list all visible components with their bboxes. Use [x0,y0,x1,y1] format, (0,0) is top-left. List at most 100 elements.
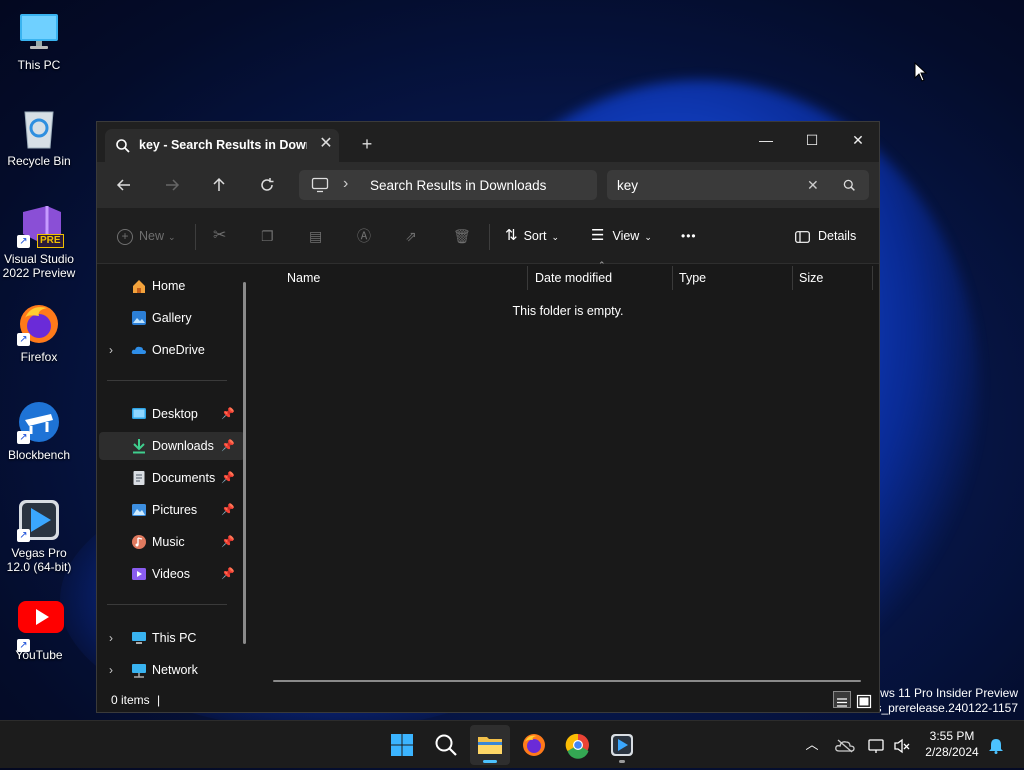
view-button[interactable]: ☰ View ⌄ [591,208,652,264]
desktop-icon-blockbench[interactable]: ↗ Blockbench [0,400,78,462]
cut-button[interactable]: ✂ [213,208,226,264]
maximize-button[interactable]: ☐ [789,126,835,154]
tiles-view-toggle[interactable] [856,691,874,709]
nav-item-downloads[interactable]: Downloads 📌 [99,432,245,460]
taskbar-chrome[interactable] [558,725,598,765]
desktop-icon-recycle-bin[interactable]: Recycle Bin [0,106,78,168]
arrow-up-icon [213,177,225,191]
sort-button[interactable]: ⇅ Sort ⌄ [505,208,559,264]
pin-icon: 📌 [221,440,235,452]
desktop-icon-this-pc[interactable]: This PC [0,10,78,72]
firefox-icon: ↗ [17,302,61,346]
search-box[interactable]: key ✕ [607,170,869,200]
recycle-bin-icon [17,106,61,150]
chevron-right-icon[interactable]: › [109,624,113,652]
chevron-right-icon[interactable]: › [109,656,113,684]
desktop-icon-firefox[interactable]: ↗ Firefox [0,302,78,364]
nav-item-gallery[interactable]: Gallery [99,304,245,332]
taskbar: ︿ 3:55 PM 2/28/2024 [0,720,1024,768]
desktop-icon-youtube[interactable]: ↗ YouTube [0,600,78,662]
nav-item-home[interactable]: Home [99,272,245,300]
nav-item-network[interactable]: › Network [99,656,245,684]
status-bar: 0 items | [97,686,879,714]
desktop-icon-vegas-pro[interactable]: ↗ Vegas Pro 12.0 (64-bit) [0,498,78,574]
close-window-button[interactable]: ✕ [835,126,881,154]
address-bar[interactable]: › Search Results in Downloads [299,170,597,200]
minimize-button[interactable]: — [743,126,789,154]
more-options-button[interactable]: ••• [681,208,697,264]
shortcut-arrow-icon: ↗ [17,235,30,248]
copy-icon: ❐ [261,228,274,244]
nav-item-desktop[interactable]: Desktop 📌 [99,400,245,428]
share-button[interactable]: ⇗ [405,208,417,264]
column-header-size[interactable]: Size [799,264,823,292]
nav-item-pictures[interactable]: Pictures 📌 [99,496,245,524]
horizontal-scrollbar[interactable] [273,680,861,682]
nav-item-music[interactable]: Music 📌 [99,528,245,556]
taskbar-clock[interactable]: 3:55 PM 2/28/2024 [916,728,988,760]
show-hidden-icons-button[interactable]: ︿ [802,721,822,769]
start-button[interactable] [382,725,422,765]
chevron-right-icon[interactable]: › [109,336,113,364]
status-divider: | [157,693,161,707]
taskbar-file-explorer[interactable] [470,725,510,765]
nav-item-documents[interactable]: Documents 📌 [99,464,245,492]
new-tab-button[interactable]: + [357,134,377,154]
volume-tray-button[interactable] [892,721,912,769]
nav-pane-scrollbar[interactable] [243,282,246,644]
back-button[interactable] [109,171,139,199]
desktop-icon-visual-studio[interactable]: PRE ↗ Visual Studio 2022 Preview [0,204,78,280]
chevron-down-icon: ⌄ [168,232,176,242]
mouse-cursor-icon [914,62,928,82]
nav-item-label: Home [152,279,186,293]
copy-button[interactable]: ❐ [261,208,274,264]
column-header-type[interactable]: Type [679,264,706,292]
nav-item-videos[interactable]: Videos 📌 [99,560,245,588]
breadcrumb-location[interactable]: Search Results in Downloads [370,178,546,193]
tab-close-button[interactable]: ✕ [316,134,336,154]
column-divider[interactable] [527,266,528,290]
delete-button[interactable]: 🗑 [453,208,471,264]
taskbar-search-button[interactable] [426,725,466,765]
rename-button[interactable]: Ⓐ [357,208,371,264]
tab-title: key - Search Results in Downloads [139,138,307,152]
search-input[interactable]: key [617,178,638,193]
network-tray-button[interactable] [866,721,888,769]
desktop-folder-icon [132,408,146,419]
chevron-up-icon: ⌃ [598,260,606,270]
taskbar-vegas-pro[interactable] [602,725,642,765]
new-button[interactable]: + New ⌄ [117,208,176,264]
pre-badge: PRE [37,234,64,248]
youtube-icon: ↗ [17,600,64,652]
onedrive-tray-button[interactable] [834,721,856,769]
nav-item-label: Videos [152,567,190,581]
column-divider[interactable] [792,266,793,290]
empty-folder-message: This folder is empty. [512,304,624,318]
column-divider[interactable] [872,266,873,290]
up-button[interactable] [204,171,234,199]
document-icon [133,471,145,485]
clear-search-button[interactable]: ✕ [807,177,819,194]
column-divider[interactable] [672,266,673,290]
network-icon [132,664,146,678]
speaker-muted-icon [894,738,910,754]
nav-item-label: Desktop [152,407,198,421]
taskbar-firefox[interactable] [514,725,554,765]
vegas-pro-icon [611,734,633,756]
refresh-button[interactable] [252,171,282,199]
details-pane-button[interactable]: Details [795,208,856,264]
nav-item-onedrive[interactable]: › OneDrive [99,336,245,364]
details-view-toggle[interactable] [833,691,851,708]
forward-button[interactable] [157,171,187,199]
breadcrumb-separator[interactable]: › [343,175,348,193]
column-header-name[interactable]: Name [287,264,320,292]
desktop-icon-label: Recycle Bin [7,154,71,168]
tab-search-results[interactable]: key - Search Results in Downloads ✕ [105,129,339,162]
nav-item-this-pc[interactable]: › This PC [99,624,245,652]
rename-icon: Ⓐ [357,228,371,244]
paste-button[interactable]: ▤ [309,208,322,264]
search-icon[interactable] [843,179,856,192]
title-bar[interactable]: key - Search Results in Downloads ✕ + — … [97,122,879,162]
notifications-button[interactable] [986,721,1006,769]
nav-divider [107,604,227,605]
